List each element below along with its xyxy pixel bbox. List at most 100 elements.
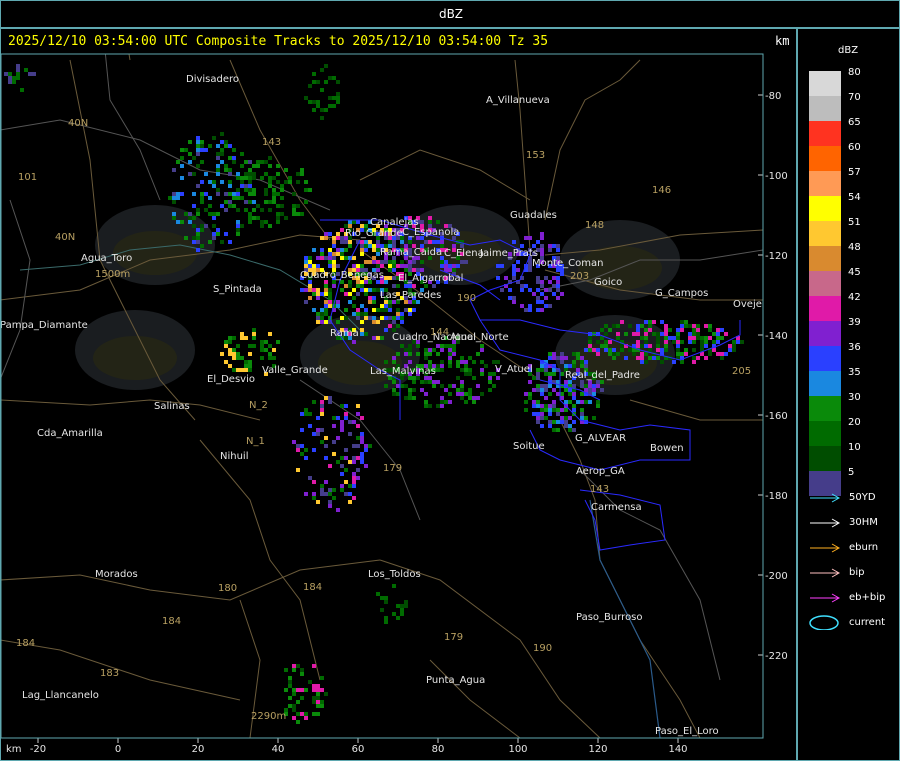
- echo-pixel: [260, 224, 264, 228]
- echo-pixel: [244, 176, 248, 180]
- echo-pixel: [224, 344, 228, 348]
- echo-pixel: [604, 348, 608, 352]
- echo-pixel: [536, 376, 540, 380]
- echo-pixel: [252, 188, 256, 192]
- echo-pixel: [360, 440, 364, 444]
- echo-pixel: [396, 604, 400, 608]
- echo-pixel: [344, 248, 348, 252]
- echo-pixel: [360, 416, 364, 420]
- echo-pixel: [276, 220, 280, 224]
- echo-pixel: [384, 280, 388, 284]
- echo-pixel: [544, 416, 548, 420]
- echo-pixel: [340, 288, 344, 292]
- echo-pixel: [328, 104, 332, 108]
- place-label: G_Campos: [655, 288, 708, 299]
- echo-pixel: [196, 248, 200, 252]
- echo-pixel: [660, 348, 664, 352]
- echo-pixel: [340, 236, 344, 240]
- legend-value: 80: [848, 67, 861, 78]
- echo-pixel: [476, 384, 480, 388]
- echo-pixel: [536, 420, 540, 424]
- echo-pixel: [172, 192, 176, 196]
- place-label: El_Desvio: [207, 374, 255, 385]
- echo-pixel: [404, 264, 408, 268]
- echo-pixel: [308, 284, 312, 288]
- echo-pixel: [216, 164, 220, 168]
- echo-pixel: [396, 384, 400, 388]
- echo-pixel: [408, 308, 412, 312]
- echo-pixel: [220, 132, 224, 136]
- echo-pixel: [360, 328, 364, 332]
- echo-pixel: [320, 256, 324, 260]
- echo-pixel: [280, 184, 284, 188]
- echo-pixel: [616, 336, 620, 340]
- echo-pixel: [352, 496, 356, 500]
- echo-pixel: [264, 348, 268, 352]
- echo-pixel: [300, 444, 304, 448]
- echo-pixel: [244, 188, 248, 192]
- echo-pixel: [576, 352, 580, 356]
- road-line: [1, 559, 381, 601]
- echo-pixel: [568, 400, 572, 404]
- echo-pixel: [504, 276, 508, 280]
- x-tick-label: 140: [668, 744, 687, 755]
- echo-pixel: [316, 428, 320, 432]
- echo-pixel: [696, 356, 700, 360]
- plot-border: [0, 53, 764, 739]
- echo-pixel: [460, 368, 464, 372]
- echo-pixel: [264, 160, 268, 164]
- track-arrow-icon: [810, 568, 841, 578]
- echo-pixel: [424, 404, 428, 408]
- echo-pixel: [484, 364, 488, 368]
- echo-pixel: [540, 368, 544, 372]
- echo-pixel: [552, 404, 556, 408]
- echo-pixel: [628, 324, 632, 328]
- road-line: [429, 659, 521, 738]
- echo-pixel: [296, 700, 300, 704]
- echo-pixel: [536, 388, 540, 392]
- echo-pixel: [412, 380, 416, 384]
- echo-pixel: [216, 232, 220, 236]
- echo-pixel: [372, 320, 376, 324]
- echo-pixel: [692, 356, 696, 360]
- radar-map[interactable]: Divisadero A_Villanueva Agua_Toro S_Pintada…: [0, 0, 900, 761]
- echo-pixel: [536, 308, 540, 312]
- echo-pixel: [428, 360, 432, 364]
- echo-pixel: [480, 360, 484, 364]
- echo-pixel: [308, 264, 312, 268]
- echo-pixel: [412, 260, 416, 264]
- echo-pixel: [548, 384, 552, 388]
- echo-pixel: [552, 356, 556, 360]
- y-tick-label: -120: [765, 251, 788, 262]
- echo-pixel: [28, 72, 32, 76]
- echo-pixel: [348, 292, 352, 296]
- place-label: Nihuil: [220, 451, 249, 462]
- echo-pixel: [528, 304, 532, 308]
- echo-pixel: [228, 200, 232, 204]
- echo-pixel: [228, 144, 232, 148]
- echo-pixel: [448, 344, 452, 348]
- echo-pixel: [316, 712, 320, 716]
- echo-pixel: [356, 412, 360, 416]
- track-label: eburn: [849, 542, 879, 553]
- echo-pixel: [580, 360, 584, 364]
- echo-pixel: [588, 400, 592, 404]
- echo-pixel: [664, 328, 668, 332]
- echo-pixel: [308, 296, 312, 300]
- echo-pixel: [336, 460, 340, 464]
- echo-pixel: [672, 360, 676, 364]
- place-label: Real_del_Padre: [565, 370, 640, 381]
- echo-pixel: [396, 308, 400, 312]
- x-tick-label: 120: [588, 744, 607, 755]
- echo-pixel: [712, 348, 716, 352]
- echo-pixel: [548, 372, 552, 376]
- echo-pixel: [344, 404, 348, 408]
- echo-pixel: [656, 340, 660, 344]
- echo-pixel: [636, 324, 640, 328]
- echo-pixel: [232, 356, 236, 360]
- echo-pixel: [584, 364, 588, 368]
- echo-pixel: [436, 404, 440, 408]
- echo-pixel: [348, 432, 352, 436]
- place-label: El_Algarrobal: [398, 273, 463, 284]
- echo-pixel: [636, 344, 640, 348]
